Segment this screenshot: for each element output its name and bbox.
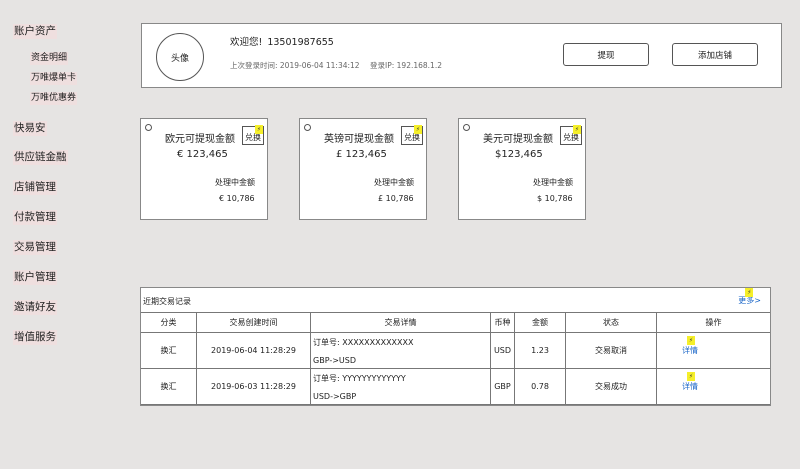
balance-title: 欧元可提现金额 <box>165 134 235 145</box>
avatar-label: 头像 <box>170 53 189 64</box>
radio-icon[interactable] <box>463 124 470 131</box>
balance-card-gbp: 英镑可提现金额 £ 123,465 处理中金额 £ 10,786 ⚡ 兑换 <box>299 118 427 220</box>
withdraw-button[interactable]: 提现 <box>563 43 649 66</box>
profile-card: 头像 欢迎您! 13501987655 上次登录时间: 2019-06-04 1… <box>141 23 782 88</box>
row-order-number: 订单号: XXXXXXXXXXXXX <box>313 338 414 347</box>
row-status: 交易成功 <box>565 369 656 404</box>
radio-icon[interactable] <box>304 124 311 131</box>
login-ip: 登录IP: 192.168.1.2 <box>370 61 442 70</box>
balance-amount: $123,465 <box>495 149 543 160</box>
sidebar-item-account-management[interactable]: 账户管理 <box>13 270 57 285</box>
sidebar-item-transaction-management[interactable]: 交易管理 <box>13 240 57 255</box>
lightning-bolt-icon: ⚡ <box>687 372 695 381</box>
detail-link-label: 详情 <box>682 346 698 355</box>
more-link-label: 更多> <box>738 296 761 305</box>
column-header-details: 交易详情 <box>310 313 490 332</box>
sidebar-subitem-coupons[interactable]: 万唯优惠券 <box>30 92 78 105</box>
welcome-text: 欢迎您! <box>230 37 263 48</box>
pending-amount: £ 10,786 <box>378 194 414 203</box>
sidebar-subitem-fund-details[interactable]: 资金明细 <box>30 52 69 65</box>
pending-amount: $ 10,786 <box>537 194 573 203</box>
sidebar-item-value-added-services[interactable]: 增值服务 <box>13 330 57 345</box>
lightning-bolt-icon: ⚡ <box>255 125 263 134</box>
balance-title: 美元可提现金额 <box>483 134 553 145</box>
balance-card-usd: 美元可提现金额 $123,465 处理中金额 $ 10,786 ⚡ 兑换 <box>458 118 586 220</box>
add-store-button[interactable]: 添加店铺 <box>672 43 758 66</box>
table-header-row: 分类 交易创建时间 交易详情 币种 金额 状态 操作 <box>141 312 770 333</box>
column-header-action: 操作 <box>656 313 770 332</box>
detail-link[interactable]: ⚡ 详情 <box>682 336 698 356</box>
row-created-time: 2019-06-04 11:28:29 <box>196 333 310 368</box>
sidebar-subitem-boost-card[interactable]: 万唯爆单卡 <box>30 72 78 85</box>
recent-transactions-title: 近期交易记录 <box>143 297 191 306</box>
sidebar-item-invite-friends[interactable]: 邀请好友 <box>13 300 57 315</box>
row-action: ⚡ 详情 <box>656 333 770 368</box>
exchange-button[interactable]: ⚡ 兑换 <box>242 125 264 145</box>
pending-label: 处理中金额 <box>374 178 414 187</box>
sidebar-item-payment-management[interactable]: 付款管理 <box>13 210 57 225</box>
column-header-amount: 金额 <box>514 313 565 332</box>
sidebar-item-supply-chain-finance[interactable]: 供应链金融 <box>13 150 68 165</box>
exchange-button[interactable]: ⚡ 兑换 <box>401 125 423 145</box>
lightning-bolt-icon: ⚡ <box>573 125 581 134</box>
lightning-bolt-icon: ⚡ <box>745 288 754 297</box>
row-currency: USD <box>490 333 514 368</box>
column-header-category: 分类 <box>160 318 177 327</box>
row-category: 换汇 <box>160 346 177 355</box>
lightning-bolt-icon: ⚡ <box>687 336 695 345</box>
last-login-time: 上次登录时间: 2019-06-04 11:34:12 <box>230 61 360 70</box>
user-phone: 13501987655 <box>267 37 334 48</box>
row-details: 订单号: XXXXXXXXXXXXX GBP->USD <box>310 333 490 368</box>
row-action: ⚡ 详情 <box>656 369 770 404</box>
exchange-button[interactable]: ⚡ 兑换 <box>560 125 582 145</box>
column-header-status: 状态 <box>565 313 656 332</box>
avatar[interactable]: 头像 <box>156 33 204 81</box>
row-details: 订单号: YYYYYYYYYYYYY USD->GBP <box>310 369 490 404</box>
table-row: 换汇 2019-06-04 11:28:29 订单号: XXXXXXXXXXXX… <box>141 333 770 369</box>
sidebar-item-account-assets[interactable]: 账户资产 <box>13 24 57 39</box>
more-link[interactable]: ⚡ 更多> <box>738 288 761 306</box>
row-amount: 0.78 <box>514 369 565 404</box>
column-header-created-time: 交易创建时间 <box>196 313 310 332</box>
detail-link-label: 详情 <box>682 382 698 391</box>
radio-icon[interactable] <box>145 124 152 131</box>
row-amount: 1.23 <box>514 333 565 368</box>
pending-amount: € 10,786 <box>219 194 255 203</box>
row-exchange-route: USD->GBP <box>313 392 357 401</box>
row-category: 换汇 <box>160 382 177 391</box>
sidebar: 账户资产 资金明细 万唯爆单卡 万唯优惠券 快易安 供应链金融 店铺管理 付款管… <box>0 0 120 469</box>
pending-label: 处理中金额 <box>533 178 573 187</box>
row-exchange-route: GBP->USD <box>313 356 357 365</box>
recent-transactions-panel: 近期交易记录 ⚡ 更多> 分类 交易创建时间 交易详情 币种 金额 状态 操作 … <box>140 287 771 406</box>
column-header-currency: 币种 <box>490 313 514 332</box>
balance-title: 英镑可提现金额 <box>324 134 394 145</box>
row-order-number: 订单号: YYYYYYYYYYYYY <box>313 374 406 383</box>
welcome-line: 欢迎您! 13501987655 <box>230 34 336 48</box>
pending-label: 处理中金额 <box>215 178 255 187</box>
balance-amount: £ 123,465 <box>336 149 387 160</box>
sidebar-item-kuaiyian[interactable]: 快易安 <box>13 121 47 136</box>
row-created-time: 2019-06-03 11:28:29 <box>196 369 310 404</box>
lightning-bolt-icon: ⚡ <box>414 125 422 134</box>
row-status: 交易取消 <box>565 333 656 368</box>
detail-link[interactable]: ⚡ 详情 <box>682 372 698 392</box>
balance-card-eur: 欧元可提现金额 € 123,465 处理中金额 € 10,786 ⚡ 兑换 <box>140 118 268 220</box>
table-row: 换汇 2019-06-03 11:28:29 订单号: YYYYYYYYYYYY… <box>141 369 770 405</box>
sidebar-item-store-management[interactable]: 店铺管理 <box>13 180 57 195</box>
balance-amount: € 123,465 <box>177 149 228 160</box>
row-currency: GBP <box>490 369 514 404</box>
